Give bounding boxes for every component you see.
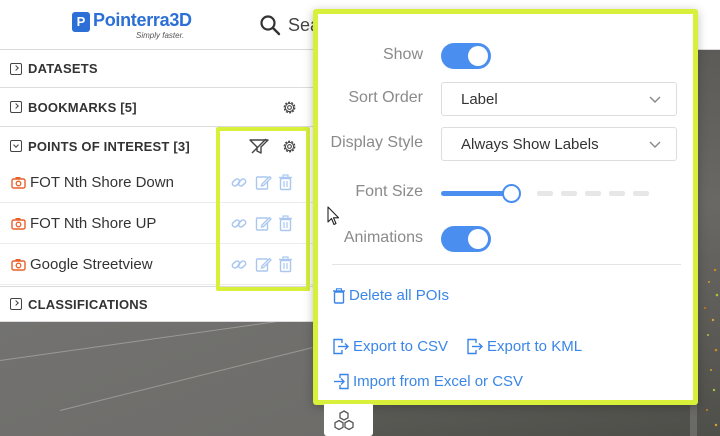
export-kml-label: Export to KML [487,338,583,355]
toggle-knob [468,229,488,249]
sort-order-select[interactable]: Label [441,82,677,116]
poi-label: FOT Nth Shore Down [30,174,174,191]
slider-track-segment [537,191,553,196]
gear-icon[interactable] [281,99,298,116]
section-label: CLASSIFICATIONS [28,296,148,312]
logo-tagline: Simply faster. [136,31,185,40]
section-datasets[interactable]: DATASETS [0,50,313,88]
search-field[interactable]: Sea [288,15,314,36]
sort-order-label: Sort Order [348,89,423,106]
show-label: Show [382,46,423,63]
expand-icon [10,101,22,113]
camera-icon [11,177,26,189]
divider [332,264,681,265]
slider-track-segment [585,191,601,196]
section-label: POINTS OF INTEREST [3] [28,138,190,154]
logo-mark-icon: P [72,12,90,32]
section-bookmarks[interactable]: BOOKMARKS [5] [0,88,313,127]
import-excel-csv-label: Import from Excel or CSV [353,373,524,390]
section-label: BOOKMARKS [5] [28,99,137,115]
slider-track-segment [561,191,577,196]
camera-icon [11,259,26,271]
chevron-down-icon [649,141,661,148]
poi-label: Google Streetview [30,256,153,273]
show-toggle[interactable] [441,43,491,69]
export-csv-label: Export to CSV [353,338,449,355]
cube-stack-icon [334,410,354,431]
font-size-slider[interactable] [441,183,655,203]
logo-text: Pointerra3D [93,10,192,30]
delete-all-pois-label: Delete all POIs [349,287,450,304]
export-csv-link[interactable]: Export to CSV [332,338,448,355]
section-label: DATASETS [28,61,98,76]
collapse-icon [10,140,22,152]
export-icon [333,338,349,355]
chevron-down-icon [649,96,661,103]
slider-handle[interactable] [502,184,521,203]
display-style-select[interactable]: Always Show Labels [441,127,677,161]
poi-settings-popup: Show Sort Order Label Display Style Alwa… [313,9,698,405]
expand-icon [10,62,22,75]
font-size-label: Font Size [355,183,423,200]
layers-tab[interactable] [324,404,373,436]
import-excel-csv-link[interactable]: Import from Excel or CSV [332,373,523,390]
export-kml-link[interactable]: Export to KML [466,338,582,355]
sort-order-value: Label [461,91,498,108]
export-icon [467,338,483,355]
expand-icon [10,298,22,310]
trash-icon [333,287,345,304]
delete-all-pois-link[interactable]: Delete all POIs [332,287,449,304]
display-style-label: Display Style [330,134,423,151]
section-classifications[interactable]: CLASSIFICATIONS [0,286,313,322]
poi-label: FOT Nth Shore UP [30,215,157,232]
search-icon[interactable] [259,14,281,36]
import-icon [334,373,349,390]
slider-track-segment [633,191,649,196]
animations-toggle[interactable] [441,226,491,252]
map-point-cloud [704,268,719,427]
animations-label: Animations [343,229,423,246]
annotation-highlight [216,127,310,291]
toggle-knob [468,46,488,66]
camera-icon [11,218,26,230]
pointerra-logo[interactable]: P Pointerra3D Simply faster. [72,10,192,42]
mouse-cursor-icon [327,206,340,226]
display-style-value: Always Show Labels [461,136,599,153]
slider-track-segment [609,191,625,196]
